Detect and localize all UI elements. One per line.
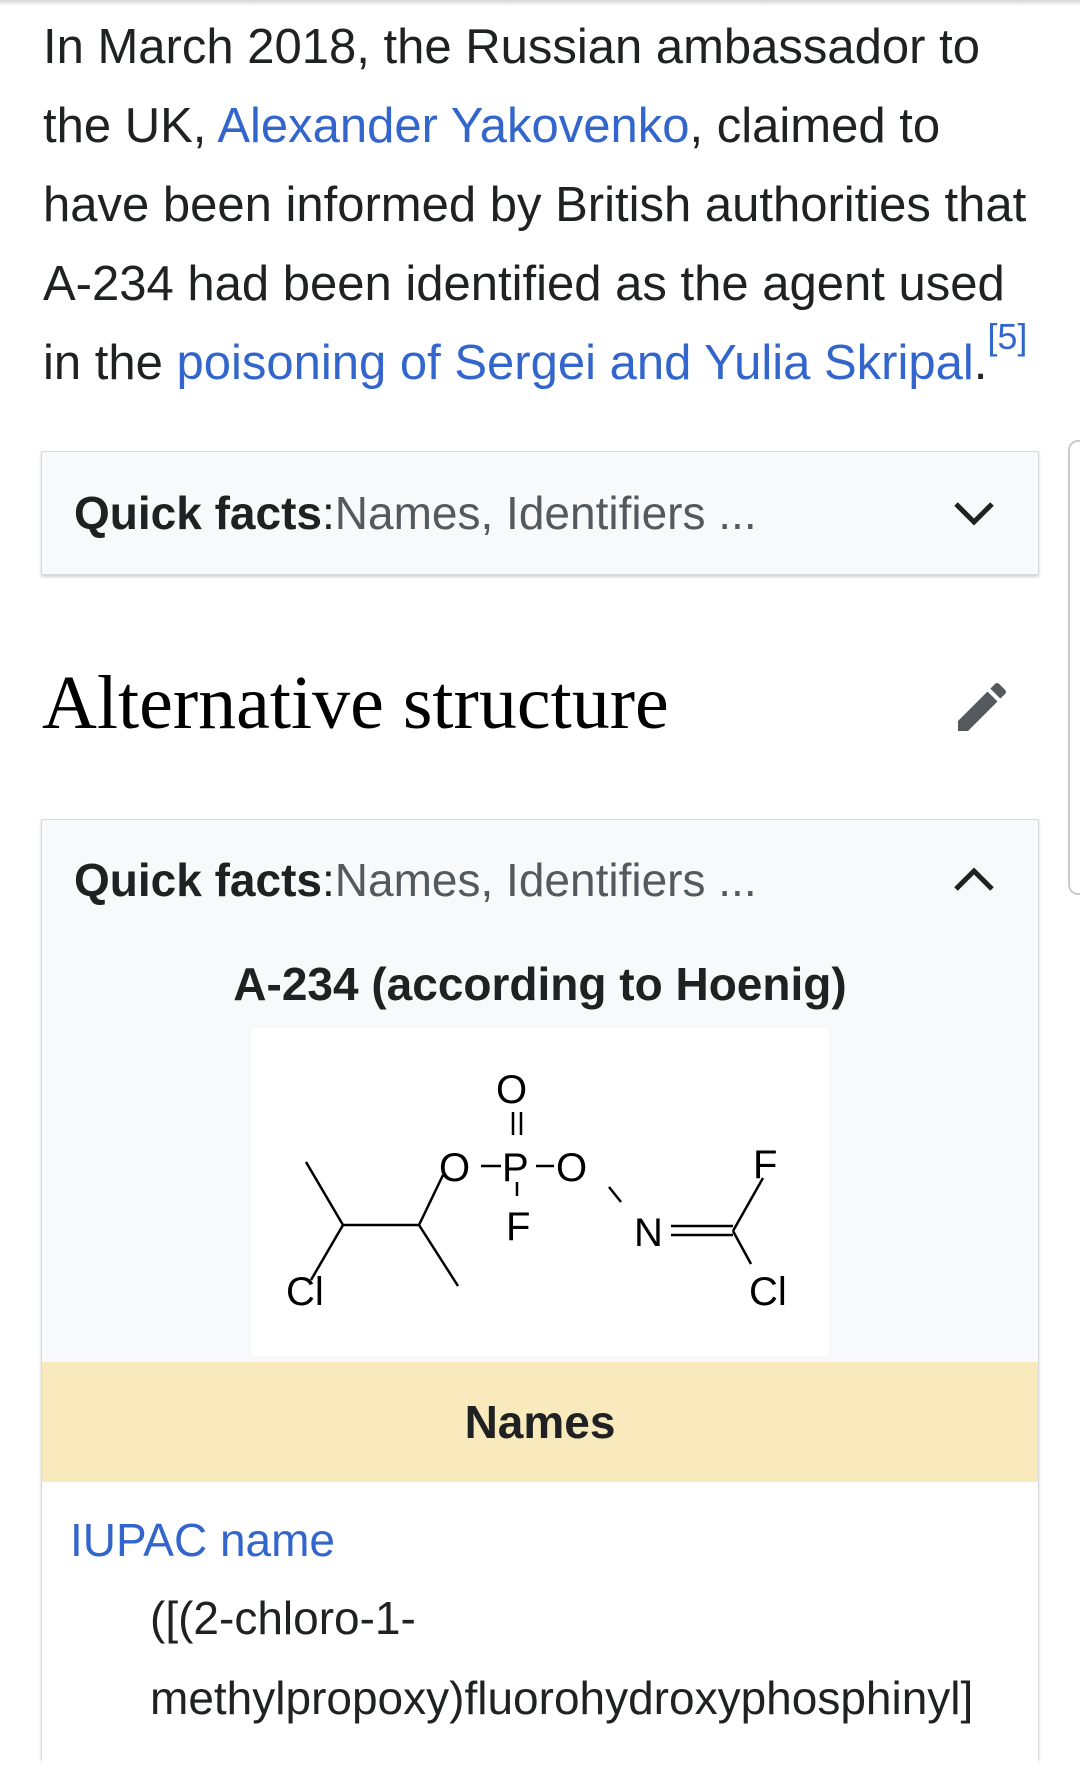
paragraph-text: in the (43, 336, 177, 390)
molecule-image[interactable]: O O P O F F N Cl Cl (251, 1028, 829, 1356)
quick-facts-summary: Names, Identifiers ... (334, 854, 757, 906)
iupac-name-link[interactable]: IUPAC name (70, 1510, 1038, 1570)
atom-o-left: O (439, 1146, 470, 1190)
paragraph-line: in the poisoning of Sergei and Yulia Skr… (43, 319, 1043, 403)
quick-facts-sep: : (322, 487, 335, 539)
paragraph-text: the UK, (43, 99, 218, 153)
quick-facts-expanded: Quick facts: Names, Identifiers ... A-23… (41, 819, 1039, 1770)
quick-facts-header[interactable]: Quick facts: Names, Identifiers ... (42, 820, 1038, 940)
paragraph-text: . (973, 336, 988, 390)
quick-facts-sep: : (322, 854, 335, 906)
atom-p: P (502, 1146, 529, 1190)
link-skripal-poisoning[interactable]: poisoning of Sergei and Yulia Skripal (176, 336, 973, 390)
paragraph-line: A-234 had been identified as the agent u… (43, 245, 1043, 324)
quick-facts-label: Quick facts (74, 854, 322, 906)
iupac-name-value-line: methylpropoxy)fluorohydroxyphosphinyl] (150, 1672, 974, 1724)
chevron-down-icon[interactable] (952, 491, 996, 535)
scroll-indicator (1068, 440, 1080, 895)
names-rows: IUPAC name ([(2-chloro-1- methylpropoxy)… (42, 1482, 1038, 1770)
atom-cl-right: Cl (749, 1270, 787, 1314)
quick-facts-collapsed[interactable]: Quick facts: Names, Identifiers ... (41, 451, 1039, 575)
paragraph-text: , claimed to (689, 99, 941, 153)
top-shadow (0, 0, 1080, 6)
atom-o-top: O (496, 1068, 527, 1112)
atom-f-bottom: F (506, 1205, 530, 1249)
link-alexander-yakovenko[interactable]: Alexander Yakovenko (217, 99, 689, 153)
paragraph-line: In March 2018, the Russian ambassador to (43, 8, 1043, 87)
pencil-icon[interactable] (950, 675, 1014, 739)
paragraph-text: In March 2018, the Russian ambassador to (43, 20, 980, 74)
atom-cl-left: Cl (286, 1270, 324, 1314)
quick-facts-summary: Names, Identifiers ... (334, 487, 757, 539)
atom-o-right: O (556, 1146, 587, 1190)
reference-5[interactable]: [5] (987, 316, 1027, 357)
iupac-name-value-line: ([(2-chloro-1- (150, 1592, 416, 1644)
names-section-header: Names (42, 1362, 1038, 1482)
chevron-up-icon[interactable] (952, 858, 996, 902)
atom-n: N (634, 1211, 663, 1255)
quick-facts-label: Quick facts (74, 487, 322, 539)
paragraph-text: A-234 had been identified as the agent u… (43, 257, 1005, 311)
infobox-caption: A-234 (according to Hoenig) (233, 958, 847, 1010)
paragraph-text: have been informed by British authoritie… (43, 178, 1027, 232)
structure-diagram: O O P O F F N Cl Cl (286, 1068, 787, 1314)
atom-f-right: F (753, 1143, 777, 1187)
paragraph-line: have been informed by British authoritie… (43, 166, 1043, 245)
quick-facts-header[interactable]: Quick facts: Names, Identifiers ... (42, 452, 1038, 574)
paragraph-line: the UK, Alexander Yakovenko, claimed to (43, 87, 1043, 166)
article-paragraph: In March 2018, the Russian ambassador to… (43, 8, 1043, 403)
section-title: Alternative structure (42, 661, 669, 745)
